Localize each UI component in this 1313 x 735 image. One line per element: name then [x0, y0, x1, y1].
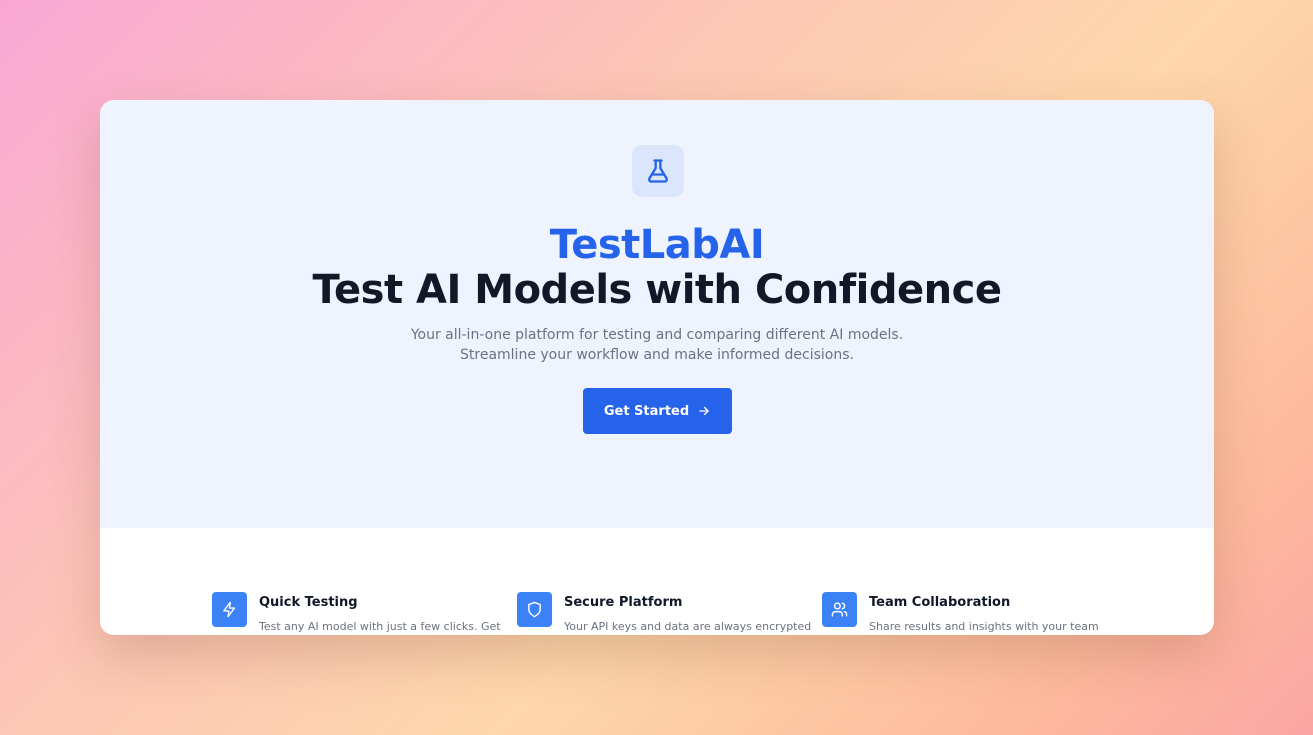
feature-description: Share results and insights with your tea…: [869, 620, 1099, 633]
landing-card: TestLabAI Test AI Models with Confidence…: [100, 100, 1214, 635]
flask-icon: [648, 159, 668, 183]
features-section: Quick Testing Test any AI model with jus…: [100, 528, 1214, 635]
feature-team-collaboration: Team Collaboration Share results and ins…: [822, 592, 1112, 635]
feature-secure-platform: Secure Platform Your API keys and data a…: [517, 592, 811, 635]
feature-title: Team Collaboration: [869, 595, 1011, 610]
feature-icon-box: [822, 592, 857, 627]
get-started-label: Get Started: [603, 403, 690, 419]
hero-section: TestLabAI Test AI Models with Confidence…: [100, 100, 1214, 528]
feature-icon-box: [517, 592, 552, 627]
feature-description: Test any AI model with just a few clicks…: [259, 620, 501, 633]
feature-title: Quick Testing: [259, 595, 358, 610]
shield-icon: [528, 601, 541, 618]
arrow-right-icon: [699, 406, 709, 416]
get-started-button[interactable]: Get Started: [583, 388, 732, 434]
feature-description: Your API keys and data are always encryp…: [564, 620, 812, 633]
feature-quick-testing: Quick Testing Test any AI model with jus…: [212, 592, 502, 635]
hero-headline: Test AI Models with Confidence: [312, 267, 1002, 313]
lightning-icon: [223, 601, 236, 618]
hero-subtitle: Your all-in-one platform for testing and…: [410, 327, 904, 363]
feature-title: Secure Platform: [564, 595, 683, 610]
users-icon: [831, 602, 848, 617]
feature-icon-box: [212, 592, 247, 627]
logo-tile: [632, 145, 684, 197]
